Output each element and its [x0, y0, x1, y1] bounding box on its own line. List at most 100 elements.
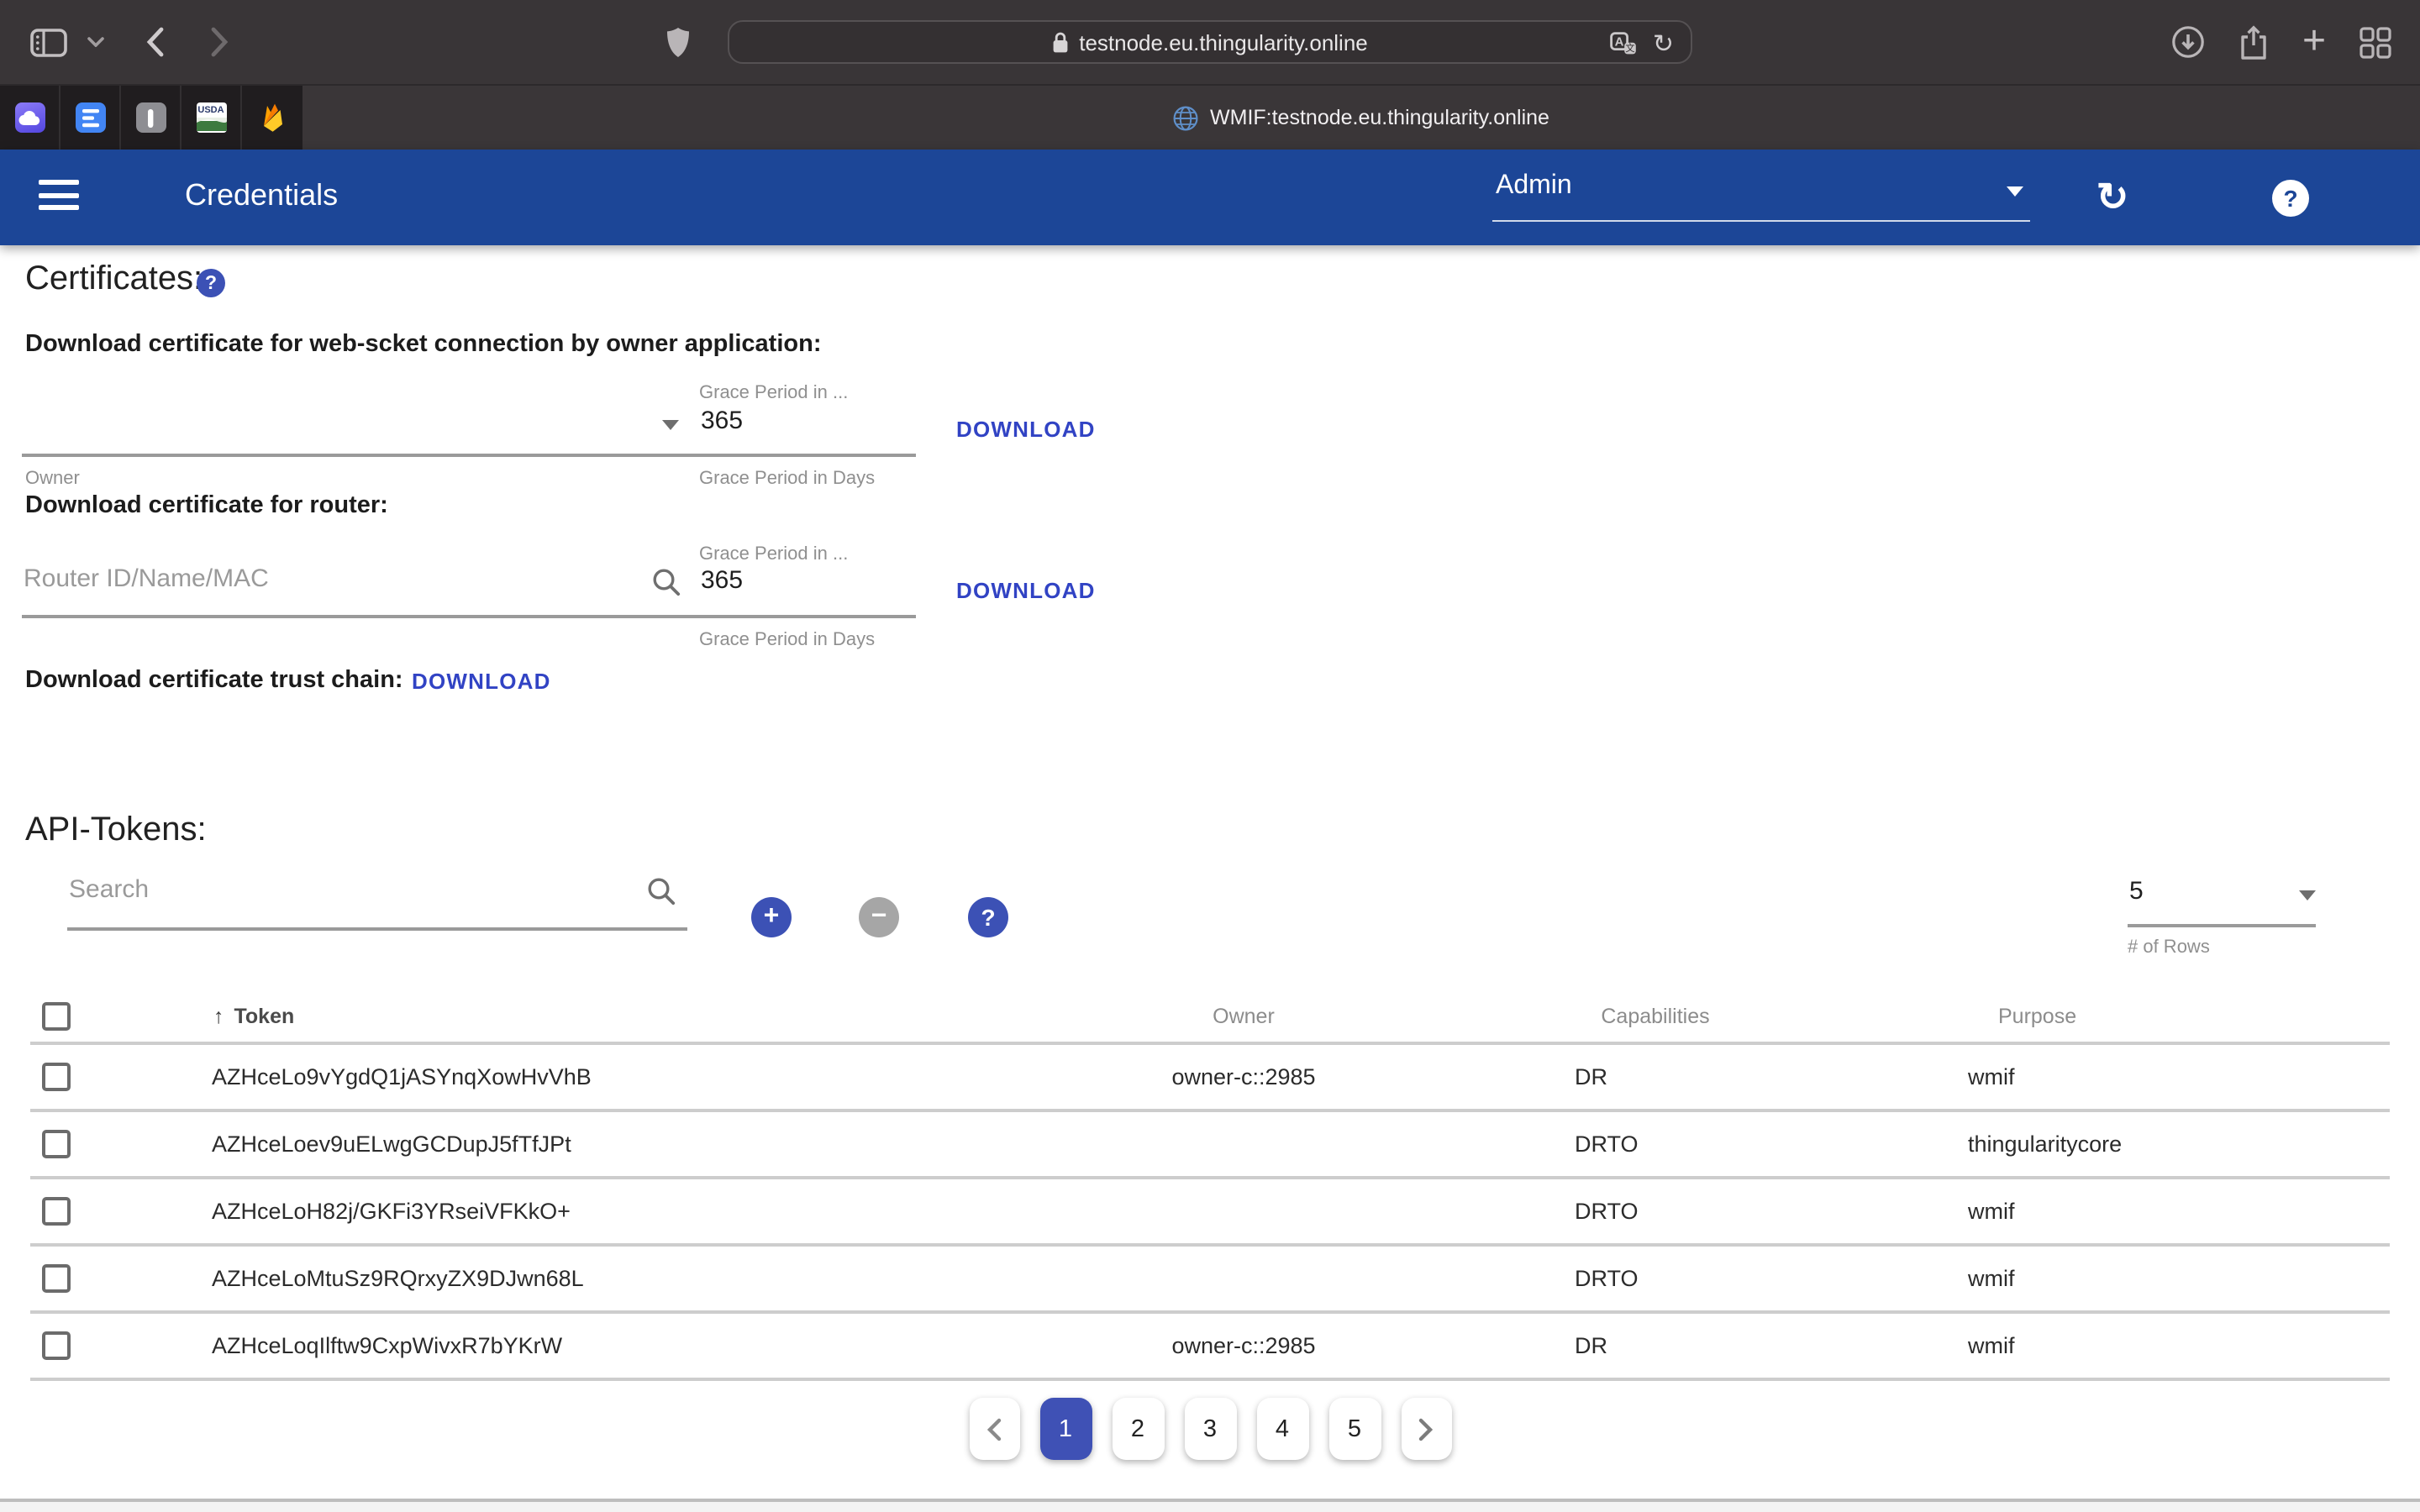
purpose-cell: wmif — [1968, 1199, 2015, 1224]
tab-group-chevron-icon[interactable] — [84, 0, 108, 84]
reload-icon[interactable]: ↻ — [1653, 31, 1674, 56]
docs-app-icon — [75, 102, 105, 133]
capabilities-cell: DRTO — [1575, 1266, 1639, 1291]
router-cert-label: Download certificate for router: — [25, 492, 388, 519]
purpose-cell: thingularitycore — [1968, 1131, 2122, 1157]
chevron-down-icon — [2007, 186, 2023, 197]
router-search-icon[interactable] — [652, 568, 681, 596]
column-owner[interactable]: Owner — [1076, 1005, 1412, 1028]
table-row[interactable]: AZHceLoH82j/GKFi3YRseiVFKkO+ DRTO wmif — [30, 1179, 2390, 1247]
capabilities-cell: DRTO — [1575, 1199, 1639, 1224]
select-all-checkbox[interactable] — [42, 1002, 71, 1031]
share-icon[interactable] — [2235, 0, 2272, 84]
token-cell: AZHceLoqIlftw9CxpWivxR7bYKrW — [212, 1333, 562, 1358]
pinned-tab-firebase[interactable] — [242, 86, 302, 150]
menu-icon[interactable] — [39, 180, 79, 213]
column-purpose[interactable]: Purpose — [1998, 1005, 2076, 1028]
api-tokens-heading: API-Tokens: — [25, 811, 207, 850]
tab-overview-icon[interactable] — [2356, 0, 2393, 84]
trust-chain-download-button[interactable]: DOWNLOAD — [412, 669, 551, 694]
page-title: Credentials — [185, 178, 338, 213]
search-underline — [67, 927, 687, 930]
router-grace-label-top: Grace Period in ... — [699, 544, 848, 564]
next-page-button[interactable] — [1401, 1398, 1451, 1460]
token-cell: AZHceLo9vYgdQ1jASYnqXowHvVhB — [212, 1064, 592, 1089]
prev-page-button[interactable] — [969, 1398, 1019, 1460]
token-cell: AZHceLoH82j/GKFi3YRseiVFKkO+ — [212, 1199, 571, 1224]
sidebar-toggle-icon[interactable] — [27, 0, 71, 84]
add-token-button[interactable]: + — [751, 897, 792, 937]
pill-app-icon — [135, 102, 166, 133]
row-checkbox[interactable] — [42, 1197, 71, 1226]
pinned-tab-usda[interactable]: USDA — [182, 86, 242, 150]
rows-per-page-chevron-icon[interactable] — [2299, 890, 2316, 900]
active-tab[interactable]: WMIF:testnode.eu.thingularity.online — [302, 86, 2420, 150]
router-id-input[interactable] — [24, 564, 629, 593]
new-tab-icon[interactable]: + — [2294, 0, 2334, 84]
rows-per-page-value[interactable]: 5 — [2129, 877, 2144, 906]
page-button-4[interactable]: 4 — [1256, 1398, 1308, 1460]
page-button-2[interactable]: 2 — [1112, 1398, 1164, 1460]
rows-select-underline — [2128, 924, 2316, 927]
purpose-cell: wmif — [1968, 1064, 2015, 1089]
firebase-icon — [257, 102, 287, 133]
ws-grace-value[interactable]: 365 — [701, 407, 743, 435]
router-download-button[interactable]: DOWNLOAD — [956, 578, 1096, 603]
row-checkbox[interactable] — [42, 1264, 71, 1293]
refresh-button[interactable]: ↻ — [2089, 150, 2136, 245]
back-button[interactable] — [138, 0, 171, 84]
tokens-help-button[interactable]: ? — [968, 897, 1008, 937]
main-content: Certificates: ? Download certificate for… — [0, 245, 2420, 1499]
cloud-app-icon — [14, 102, 45, 133]
owner-select[interactable] — [22, 396, 681, 454]
tab-strip: USDA WMIF:testnode.eu.thingularity.onlin… — [0, 84, 2420, 150]
table-row[interactable]: AZHceLo9vYgdQ1jASYnqXowHvVhB owner-c::29… — [30, 1045, 2390, 1112]
pinned-tab-docs[interactable] — [60, 86, 121, 150]
translate-icon[interactable]: A文 — [1611, 32, 1638, 55]
downloads-icon[interactable] — [2170, 0, 2207, 84]
chevron-left-icon — [986, 1417, 1002, 1441]
pinned-tab-pill[interactable] — [121, 86, 182, 150]
lock-icon — [1052, 31, 1069, 53]
forward-button[interactable] — [202, 0, 235, 84]
usda-icon: USDA — [196, 102, 226, 133]
websocket-cert-label: Download certificate for web-scket conne… — [25, 331, 822, 358]
owner-label: Owner — [25, 469, 80, 489]
browser-toolbar: testnode.eu.thingularity.online A文 ↻ + — [0, 0, 2420, 84]
row-checkbox[interactable] — [42, 1331, 71, 1360]
globe-icon — [1173, 105, 1198, 130]
role-select[interactable]: Admin — [1492, 165, 2030, 222]
column-token[interactable]: ↑Token — [213, 1005, 294, 1028]
token-cell: AZHceLoev9uELwgGCDupJ5fTfJPt — [212, 1131, 571, 1157]
token-cell: AZHceLoMtuSz9RQrxyZX9DJwn68L — [212, 1266, 584, 1291]
page-button-5[interactable]: 5 — [1328, 1398, 1381, 1460]
purpose-cell: wmif — [1968, 1333, 2015, 1358]
ws-grace-label-top: Grace Period in ... — [699, 383, 848, 403]
table-row[interactable]: AZHceLoev9uELwgGCDupJ5fTfJPt DRTO thingu… — [30, 1112, 2390, 1179]
trust-chain-label: Download certificate trust chain: — [25, 667, 403, 694]
page-button-3[interactable]: 3 — [1184, 1398, 1236, 1460]
row-checkbox[interactable] — [42, 1130, 71, 1158]
row-checkbox[interactable] — [42, 1063, 71, 1091]
page-button-1[interactable]: 1 — [1039, 1398, 1092, 1460]
owner-field-underline — [22, 454, 916, 457]
ws-download-button[interactable]: DOWNLOAD — [956, 417, 1096, 442]
router-grace-label-bottom: Grace Period in Days — [699, 630, 875, 650]
column-capabilities[interactable]: Capabilities — [1496, 1005, 1815, 1028]
app-bar: Credentials — [0, 150, 2420, 245]
owner-cell: owner-c::2985 — [1076, 1333, 1412, 1358]
svg-text:A: A — [1615, 35, 1624, 50]
certificates-help-icon[interactable]: ? — [197, 269, 225, 297]
router-grace-value[interactable]: 365 — [701, 566, 743, 595]
table-row[interactable]: AZHceLoqIlftw9CxpWivxR7bYKrW owner-c::29… — [30, 1314, 2390, 1381]
help-button[interactable]: ? — [2267, 150, 2314, 245]
url-text: testnode.eu.thingularity.online — [1079, 29, 1368, 55]
privacy-shield-icon[interactable] — [660, 0, 694, 84]
pinned-tab-cloud[interactable] — [0, 86, 60, 150]
table-row[interactable]: AZHceLoMtuSz9RQrxyZX9DJwn68L DRTO wmif — [30, 1247, 2390, 1314]
search-input[interactable] — [69, 875, 623, 904]
remove-token-button[interactable]: − — [859, 897, 899, 937]
address-bar[interactable]: testnode.eu.thingularity.online A文 ↻ — [728, 20, 1692, 64]
browser-window: testnode.eu.thingularity.online A文 ↻ + — [0, 0, 2420, 1512]
search-icon — [647, 877, 676, 906]
